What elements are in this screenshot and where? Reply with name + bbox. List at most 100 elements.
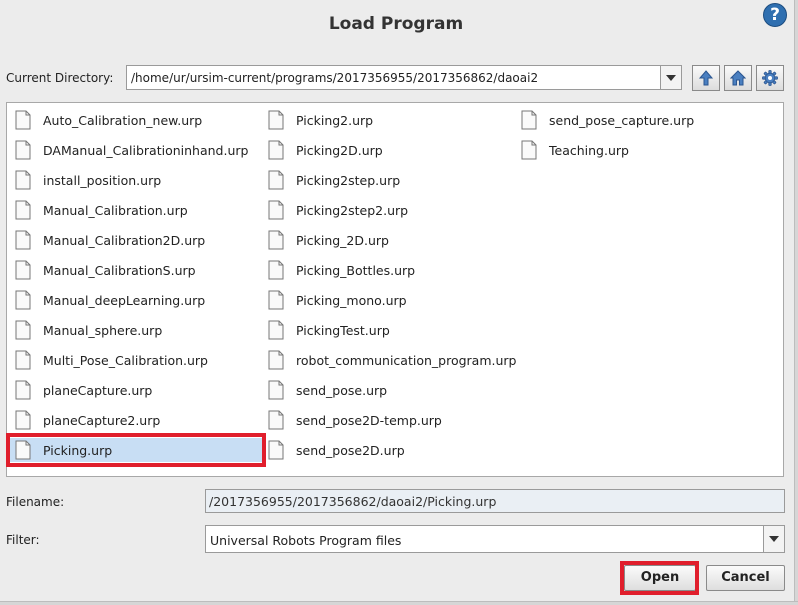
file-name: Manual_CalibrationS.urp	[43, 262, 196, 278]
file-name: Picking2step.urp	[296, 172, 401, 188]
file-icon	[268, 170, 284, 190]
file-icon	[268, 320, 284, 340]
file-item[interactable]: send_pose2D.urp	[263, 438, 405, 462]
file-item[interactable]: Picking2D.urp	[263, 138, 383, 162]
file-icon	[15, 440, 31, 460]
file-item[interactable]: Manual_deepLearning.urp	[10, 288, 205, 312]
file-item[interactable]: Picking_Bottles.urp	[263, 258, 415, 282]
file-item[interactable]: Picking_mono.urp	[263, 288, 407, 312]
filter-combo[interactable]: Universal Robots Program files	[205, 525, 785, 553]
file-item[interactable]: Manual_Calibration2D.urp	[10, 228, 205, 252]
file-name: Picking.urp	[43, 442, 113, 458]
file-item[interactable]: planeCapture2.urp	[10, 408, 160, 432]
file-item[interactable]: Picking_2D.urp	[263, 228, 389, 252]
dialog-title: Load Program	[328, 14, 464, 34]
file-icon	[268, 110, 284, 130]
file-name: Teaching.urp	[549, 142, 629, 158]
home-button[interactable]	[724, 65, 752, 91]
window-edge	[794, 0, 798, 605]
chevron-down-icon[interactable]	[763, 526, 784, 552]
file-icon	[15, 200, 31, 220]
file-icon	[268, 380, 284, 400]
file-icon	[15, 260, 31, 280]
file-icon	[268, 230, 284, 250]
file-name: PickingTest.urp	[296, 322, 390, 338]
arrow-up-icon	[698, 70, 714, 86]
file-name: install_position.urp	[43, 172, 162, 188]
file-icon	[268, 350, 284, 370]
file-item[interactable]: Manual_Calibration.urp	[10, 198, 188, 222]
file-list[interactable]: Auto_Calibration_new.urp DAManual_Calibra…	[6, 102, 784, 477]
file-name: send_pose2D-temp.urp	[296, 412, 442, 428]
file-name: planeCapture.urp	[43, 382, 153, 398]
filename-field[interactable]	[205, 489, 785, 513]
file-item[interactable]: Multi_Pose_Calibration.urp	[10, 348, 208, 372]
file-name: Picking_2D.urp	[296, 232, 389, 248]
file-icon	[268, 290, 284, 310]
up-folder-button[interactable]	[692, 65, 720, 91]
file-item[interactable]: Auto_Calibration_new.urp	[10, 108, 202, 132]
home-icon	[730, 70, 746, 86]
file-item[interactable]: Manual_CalibrationS.urp	[10, 258, 196, 282]
file-icon	[268, 260, 284, 280]
filename-label: Filename:	[6, 495, 65, 509]
file-item[interactable]: Manual_sphere.urp	[10, 318, 162, 342]
file-item-selected[interactable]: Picking.urp	[10, 438, 262, 462]
file-icon	[15, 350, 31, 370]
window-edge	[0, 601, 798, 605]
file-item[interactable]: DAManual_Calibrationinhand.urp	[10, 138, 248, 162]
file-name: send_pose.urp	[296, 382, 388, 398]
settings-button[interactable]	[756, 65, 784, 91]
file-name: Picking2D.urp	[296, 142, 383, 158]
file-name: DAManual_Calibrationinhand.urp	[43, 142, 249, 158]
file-icon	[268, 200, 284, 220]
gear-icon	[762, 70, 778, 86]
file-icon	[268, 410, 284, 430]
file-name: Picking2.urp	[296, 112, 374, 128]
file-icon	[521, 110, 537, 130]
file-name: Manual_deepLearning.urp	[43, 292, 206, 308]
filename-input[interactable]	[206, 490, 784, 512]
file-name: Auto_Calibration_new.urp	[43, 112, 203, 128]
current-directory-label: Current Directory:	[6, 71, 114, 85]
file-item[interactable]: Picking2step.urp	[263, 168, 400, 192]
file-name: Picking_Bottles.urp	[296, 262, 416, 278]
file-item[interactable]: Teaching.urp	[516, 138, 629, 162]
file-name: send_pose2D.urp	[296, 442, 405, 458]
file-name: Manual_Calibration2D.urp	[43, 232, 206, 248]
help-icon[interactable]: ?	[763, 3, 787, 27]
file-item[interactable]: robot_communication_program.urp	[263, 348, 517, 372]
cancel-button[interactable]: Cancel	[706, 565, 785, 591]
open-button[interactable]: Open	[624, 565, 696, 591]
file-name: Manual_sphere.urp	[43, 322, 163, 338]
file-item[interactable]: send_pose.urp	[263, 378, 387, 402]
file-icon	[268, 440, 284, 460]
file-icon	[15, 230, 31, 250]
current-directory-path: /home/ur/ursim-current/programs/20173569…	[131, 71, 539, 85]
file-item[interactable]: send_pose2D-temp.urp	[263, 408, 442, 432]
file-name: Picking2step2.urp	[296, 202, 409, 218]
file-item[interactable]: planeCapture.urp	[10, 378, 152, 402]
file-item[interactable]: send_pose_capture.urp	[516, 108, 694, 132]
file-name: Manual_Calibration.urp	[43, 202, 188, 218]
file-icon	[15, 170, 31, 190]
chevron-down-icon[interactable]	[660, 66, 681, 89]
filter-value: Universal Robots Program files	[210, 533, 402, 548]
file-name: planeCapture2.urp	[43, 412, 161, 428]
file-icon	[521, 140, 537, 160]
file-item[interactable]: Picking2.urp	[263, 108, 373, 132]
file-item[interactable]: install_position.urp	[10, 168, 161, 192]
current-directory-combo[interactable]: /home/ur/ursim-current/programs/20173569…	[126, 65, 682, 90]
file-name: send_pose_capture.urp	[549, 112, 695, 128]
file-icon	[15, 140, 31, 160]
file-item[interactable]: Picking2step2.urp	[263, 198, 408, 222]
file-icon	[15, 410, 31, 430]
file-name: Picking_mono.urp	[296, 292, 407, 308]
filter-label: Filter:	[6, 533, 40, 547]
file-name: robot_communication_program.urp	[296, 352, 517, 368]
file-icon	[15, 290, 31, 310]
file-icon	[15, 110, 31, 130]
file-icon	[15, 380, 31, 400]
file-icon	[268, 140, 284, 160]
file-item[interactable]: PickingTest.urp	[263, 318, 390, 342]
